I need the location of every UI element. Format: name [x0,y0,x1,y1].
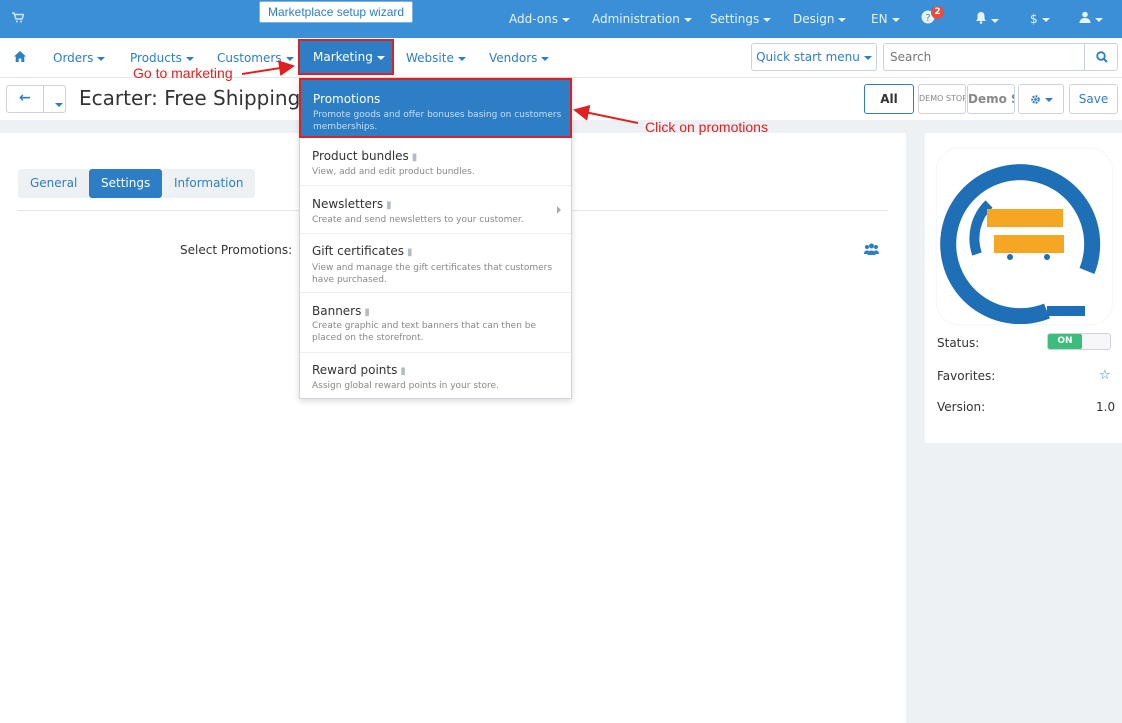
addons-menu[interactable]: Add-ons [509,12,570,26]
nav-marketing[interactable]: Marketing [298,39,394,75]
save-button[interactable]: Save [1069,84,1118,114]
status-label: Status: [937,336,980,350]
menu-item-description: View, add and edit product bundles. [312,167,475,177]
select-promotions-label: Select Promotions: [180,243,293,257]
menu-item-product-bundles[interactable]: Product bundles ▮ View, add and edit prod… [300,138,571,186]
star-icon[interactable]: ☆ [1099,368,1111,383]
menu-item-description: Assign global reward points in your stor… [312,381,499,391]
menu-item-description: Create graphic and text banners that can… [312,321,537,343]
annotation-go-to-marketing: Go to marketing [133,65,233,81]
status-on-indicator: ON [1048,334,1082,349]
users-icon[interactable] [864,243,879,258]
menu-item-banners[interactable]: Banners ▮ Create graphic and text banners… [300,293,571,353]
menu-item-description: Promote goods and offer bonuses basing o… [313,110,562,132]
language-menu[interactable]: EN [871,12,900,26]
version-value: 1.0 [1096,400,1116,414]
design-menu[interactable]: Design [793,12,847,26]
svg-text:?: ? [925,13,930,24]
back-button[interactable]: ← [6,85,66,113]
annotation-click-on-promotions: Click on promotions [645,119,768,135]
menu-item-title: Reward points [312,363,398,377]
tab-general[interactable]: General [18,169,90,198]
currency-menu[interactable]: $ [1030,12,1050,26]
nav-website[interactable]: Website [406,51,466,65]
nav-products[interactable]: Products [130,51,194,65]
settings-gear-button[interactable] [1018,84,1064,114]
menu-item-title: Newsletters [312,197,384,211]
page-title: Ecarter: Free Shipping [79,86,301,110]
menu-item-promotions[interactable]: Promotions Promote goods and offer bonus… [299,78,572,138]
version-label: Version: [937,400,986,414]
search-input[interactable] [883,43,1085,71]
menu-item-title: Banners [312,304,362,318]
ecarter-logo-icon [940,164,1101,325]
menu-item-newsletters[interactable]: Newsletters ▮ Create and send newsletters… [300,186,571,234]
settings-menu[interactable]: Settings [710,12,772,26]
puzzle-icon: ▮ [364,307,370,318]
gear-icon [1030,95,1040,104]
administration-menu[interactable]: Administration [592,12,692,26]
menu-item-description: Create and send newsletters to your cust… [312,215,524,225]
favorites-label: Favorites: [937,369,996,383]
arrow-left-icon: ← [19,90,31,106]
nav-customers[interactable]: Customers [217,51,294,65]
quick-start-menu-button[interactable]: Quick start menu [751,43,877,71]
bell-icon[interactable] [975,11,999,27]
chevron-right-icon [557,206,561,214]
menu-item-title: Gift certificates [312,244,404,258]
nav-vendors[interactable]: Vendors [489,51,550,65]
cart-icon[interactable] [12,12,25,26]
user-icon[interactable] [1079,11,1103,26]
menu-item-title: Promotions [313,92,381,106]
demo-store-logo-small[interactable]: DEMO STORE [918,84,966,114]
demo-store-logo-large[interactable]: Demo Store [967,84,1015,114]
nav-orders[interactable]: Orders [53,51,106,65]
marketplace-setup-wizard-button[interactable]: Marketplace setup wizard [259,1,414,23]
puzzle-icon: ▮ [400,366,406,377]
menu-item-gift-certificates[interactable]: Gift certificates ▮ View and manage the g… [300,234,571,293]
puzzle-icon: ▮ [386,200,392,211]
puzzle-icon: ▮ [411,152,418,163]
menu-item-reward-points[interactable]: Reward points ▮ Assign global reward poin… [300,353,571,399]
tab-information[interactable]: Information [162,169,256,198]
menu-item-title: Product bundles [312,149,409,163]
status-toggle[interactable]: ON [1047,333,1111,350]
notification-badge: 2 [931,6,944,19]
chevron-down-icon[interactable] [51,97,63,111]
tab-settings[interactable]: Settings [89,169,163,198]
home-icon[interactable] [14,51,26,65]
addon-logo [937,149,1112,325]
search-button[interactable] [1084,43,1118,71]
marketing-dropdown-menu: Promotions Promote goods and offer bonus… [299,77,572,399]
puzzle-icon: ▮ [406,247,413,258]
all-storefronts-button[interactable]: All [864,84,914,114]
menu-item-description: View and manage the gift certificates th… [312,263,553,285]
search-icon [1096,51,1108,63]
